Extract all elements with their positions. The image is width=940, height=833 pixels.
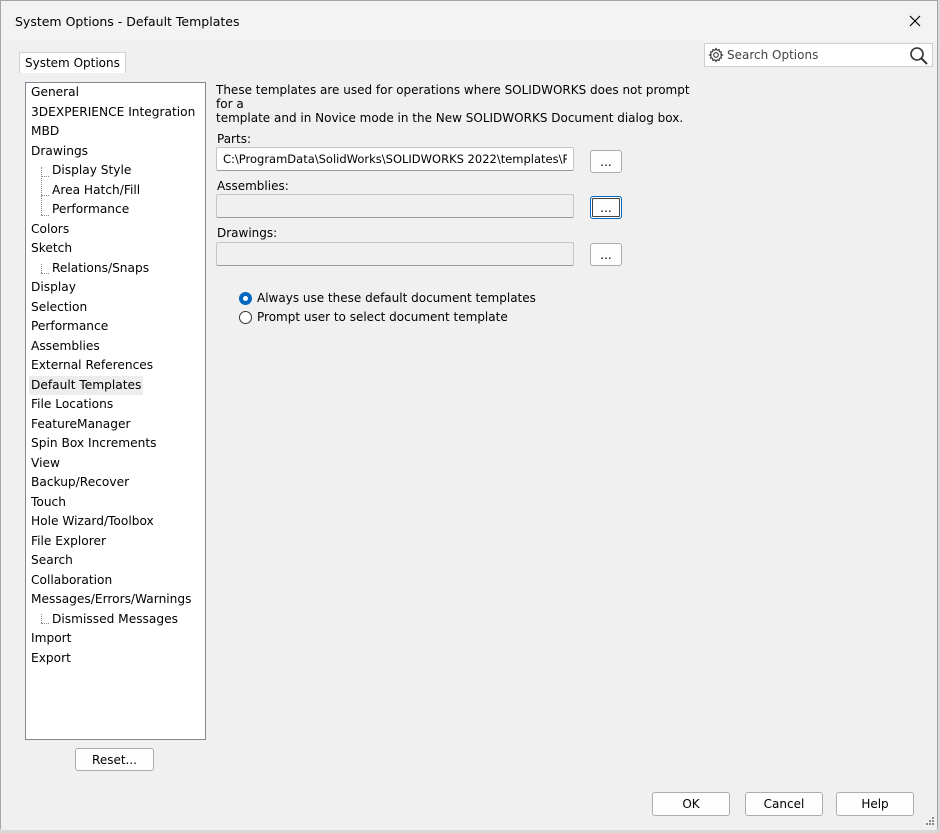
tree-item-hole-wizard-toolbox[interactable]: Hole Wizard/Toolbox (29, 512, 156, 531)
parts-label: Parts: (217, 132, 251, 146)
tree-item-3dexperience-integration[interactable]: 3DEXPERIENCE Integration (29, 103, 197, 122)
radio-button[interactable] (239, 310, 252, 324)
close-icon (909, 15, 921, 27)
tree-connector (41, 623, 49, 624)
tree-item-featuremanager[interactable]: FeatureManager (29, 415, 132, 434)
tree-connector (41, 167, 42, 215)
title-bar: System Options - Default Templates (1, 1, 937, 41)
tree-item-display-style[interactable]: Display Style (50, 161, 133, 180)
tree-item-general[interactable]: General (29, 83, 81, 102)
assemblies-template-field[interactable] (216, 194, 574, 218)
tree-item-messages-errors-warnings[interactable]: Messages/Errors/Warnings (29, 590, 194, 609)
tree-item-file-locations[interactable]: File Locations (29, 395, 115, 414)
description-line: These templates are used for operations … (216, 83, 690, 111)
tree-item-default-templates[interactable]: Default Templates (29, 375, 144, 395)
search-box[interactable] (704, 43, 933, 67)
tree-item-area-hatch-fill[interactable]: Area Hatch/Fill (50, 181, 142, 200)
prompt-user-option[interactable]: Prompt user to select document template (239, 309, 508, 325)
drawings-template-field[interactable] (216, 242, 574, 266)
tree-item-performance[interactable]: Performance (29, 317, 110, 336)
tree-item-external-references[interactable]: External References (29, 356, 155, 375)
tree-item-export[interactable]: Export (29, 649, 73, 668)
tree-connector (41, 614, 42, 623)
search-icon[interactable] (909, 46, 929, 66)
drawings-browse-button[interactable]: ... (590, 243, 622, 266)
tree-item-import[interactable]: Import (29, 629, 73, 648)
parts-template-field[interactable] (216, 147, 574, 171)
tree-item-drawings[interactable]: Drawings (29, 142, 90, 161)
cancel-button[interactable]: Cancel (745, 792, 823, 816)
radio-label: Always use these default document templa… (257, 291, 536, 305)
assemblies-browse-button[interactable]: ... (590, 196, 622, 219)
tree-connector (41, 273, 49, 274)
tree-item-collaboration[interactable]: Collaboration (29, 571, 114, 590)
close-button[interactable] (893, 1, 937, 41)
tree-item-assemblies[interactable]: Assemblies (29, 337, 102, 356)
always-use-defaults-option[interactable]: Always use these default document templa… (239, 290, 536, 306)
tree-item-view[interactable]: View (29, 454, 62, 473)
description-line: template and in Novice mode in the New S… (216, 111, 684, 125)
tree-item-mbd[interactable]: MBD (29, 122, 61, 141)
tree-connector (41, 176, 49, 177)
tree-item-relations-snaps[interactable]: Relations/Snaps (50, 259, 151, 278)
tree-connector (41, 195, 49, 196)
tab-system-options[interactable]: System Options (19, 52, 126, 73)
dialog-window: System Options - Default Templates Syste… (0, 0, 938, 830)
parts-browse-button[interactable]: ... (590, 150, 622, 173)
tree-connector (41, 215, 49, 216)
options-tree[interactable]: General 3DEXPERIENCE Integration MBD Dra… (25, 82, 206, 740)
tree-item-drawings-performance[interactable]: Performance (50, 200, 131, 219)
tree-item-colors[interactable]: Colors (29, 220, 71, 239)
reset-button[interactable]: Reset... (75, 748, 154, 771)
drawings-label: Drawings: (217, 226, 278, 240)
radio-label: Prompt user to select document template (257, 310, 508, 324)
search-input[interactable] (727, 45, 905, 65)
templates-description: These templates are used for operations … (216, 83, 696, 125)
tree-item-dismissed-messages[interactable]: Dismissed Messages (50, 610, 180, 629)
window-title: System Options - Default Templates (15, 14, 240, 29)
tree-item-display[interactable]: Display (29, 278, 78, 297)
tree-item-file-explorer[interactable]: File Explorer (29, 532, 108, 551)
tree-item-touch[interactable]: Touch (29, 493, 68, 512)
tree-item-sketch[interactable]: Sketch (29, 239, 74, 258)
tree-item-spin-box-increments[interactable]: Spin Box Increments (29, 434, 158, 453)
radio-button-selected[interactable] (239, 291, 252, 305)
tree-item-search[interactable]: Search (29, 551, 75, 570)
assemblies-label: Assemblies: (217, 179, 289, 193)
help-button[interactable]: Help (836, 792, 914, 816)
gear-icon[interactable] (708, 47, 724, 63)
tree-connector (41, 264, 42, 273)
resize-grip-icon[interactable] (925, 816, 935, 826)
ok-button[interactable]: OK (652, 792, 730, 816)
tree-item-backup-recover[interactable]: Backup/Recover (29, 473, 131, 492)
tree-item-selection[interactable]: Selection (29, 298, 89, 317)
